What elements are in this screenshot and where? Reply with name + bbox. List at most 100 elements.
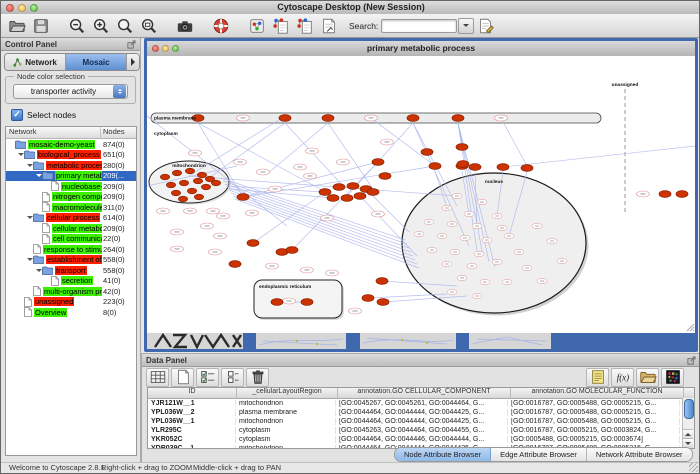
network-edge[interactable]: [501, 118, 527, 166]
network-node[interactable]: [197, 172, 206, 178]
table-row[interactable]: YPL036W__2plasma membrane[GO:0044464, GO…: [148, 408, 694, 417]
undock-icon[interactable]: [687, 356, 696, 365]
table-row[interactable]: YJR121W__1mitochondrion[GO:0045267, GO:0…: [148, 399, 694, 408]
network-node[interactable]: [407, 115, 419, 122]
expand-arrow-icon[interactable]: [26, 213, 33, 222]
network-edge[interactable]: [231, 193, 415, 260]
table-scrollbar[interactable]: [682, 398, 694, 448]
zoom-selected-icon[interactable]: [137, 15, 161, 37]
snapshot-icon[interactable]: [173, 15, 197, 37]
network-node[interactable]: [429, 163, 441, 170]
network-node[interactable]: [237, 194, 249, 201]
network-node[interactable]: [171, 190, 180, 196]
vizmapper-icon[interactable]: [245, 15, 269, 37]
search-input[interactable]: [381, 19, 457, 33]
tab-network[interactable]: Network: [5, 54, 66, 70]
network-node[interactable]: [362, 295, 374, 302]
network-node[interactable]: [179, 180, 188, 186]
network-edge[interactable]: [235, 199, 419, 268]
network-node[interactable]: [172, 170, 181, 176]
network-node[interactable]: [676, 191, 688, 198]
network-node[interactable]: [194, 194, 203, 200]
new-attribute-icon[interactable]: [171, 368, 194, 387]
network-view-titlebar[interactable]: primary metabolic process: [147, 41, 695, 57]
control-panel-titlebar[interactable]: Control Panel: [1, 38, 140, 51]
tree-row[interactable]: mosaic-demo-yeast874(0): [6, 139, 136, 150]
network-node[interactable]: [376, 278, 388, 285]
network-tree-header[interactable]: Network Nodes: [6, 127, 136, 139]
table-column-header[interactable]: ID: [148, 388, 237, 398]
undock-icon[interactable]: [127, 40, 136, 49]
import-attributes-icon[interactable]: [636, 368, 659, 387]
data-panel-titlebar[interactable]: Data Panel: [142, 354, 700, 367]
network-node[interactable]: [372, 159, 384, 166]
app-titlebar[interactable]: Cytoscape Desktop (New Session): [1, 1, 700, 15]
network-node[interactable]: [456, 144, 468, 151]
network-node[interactable]: [322, 115, 334, 122]
table-column-header[interactable]: annotation.GO CELLULAR_COMPONENT: [338, 388, 511, 398]
attribute-table[interactable]: ID_cellularLayoutRegionannotation.GO CEL…: [147, 387, 695, 449]
tree-row[interactable]: macromolecule311(0): [6, 202, 136, 213]
network-node[interactable]: [452, 115, 464, 122]
network-node[interactable]: [457, 161, 469, 168]
network-node[interactable]: [469, 164, 481, 171]
tree-row[interactable]: transport558(0): [6, 265, 136, 276]
network-node[interactable]: [421, 149, 433, 156]
tree-row[interactable]: unassigned223(0): [6, 297, 136, 308]
annotation-icon[interactable]: [317, 15, 341, 37]
tree-row[interactable]: cell communicat22(0): [6, 234, 136, 245]
network-node[interactable]: [379, 173, 391, 180]
tree-row[interactable]: biological_process651(0): [6, 150, 136, 161]
network-node[interactable]: [166, 182, 175, 188]
node-color-dropdown[interactable]: transporter activity: [13, 84, 128, 99]
tree-row[interactable]: secretion41(0): [6, 276, 136, 287]
mosaic-view-icon[interactable]: [661, 368, 684, 387]
zoom-fit-icon[interactable]: [113, 15, 137, 37]
unselect-attributes-icon[interactable]: [221, 368, 244, 387]
network-node[interactable]: [229, 261, 241, 268]
tree-row[interactable]: nitrogen compo209(0): [6, 192, 136, 203]
table-column-header[interactable]: annotation.GO MOLECULAR_FUNCTION: [511, 388, 684, 398]
network-node[interactable]: [193, 178, 202, 184]
function-builder-icon[interactable]: f(x): [611, 368, 634, 387]
network-edge[interactable]: [233, 196, 417, 264]
tree-column-nodes[interactable]: Nodes: [101, 127, 136, 138]
network-node[interactable]: [354, 193, 366, 200]
tree-row[interactable]: cellular metabol209(0): [6, 223, 136, 234]
network-node[interactable]: [178, 196, 187, 202]
tree-row[interactable]: Overview8(0): [6, 307, 136, 318]
tree-row[interactable]: cellular process614(0): [6, 213, 136, 224]
network-node[interactable]: [327, 195, 339, 202]
network-node[interactable]: [211, 180, 220, 186]
tree-row[interactable]: establishment of lo558(0): [6, 255, 136, 266]
network-node[interactable]: [187, 188, 196, 194]
zoom-out-icon[interactable]: [65, 15, 89, 37]
network-node[interactable]: [659, 191, 671, 198]
network-edge[interactable]: [243, 162, 378, 197]
table-row[interactable]: YKR052Ccytoplasm[GO:0044464, GO:0044446,…: [148, 435, 694, 444]
expand-arrow-icon[interactable]: [35, 171, 42, 180]
table-row[interactable]: YPL036W__1mitochondrion[GO:0044464, GO:0…: [148, 417, 694, 426]
tab-edge-attribute-browser[interactable]: Edge Attribute Browser: [491, 448, 587, 461]
expand-arrow-icon[interactable]: [17, 150, 24, 159]
destroy-view-icon[interactable]: [293, 15, 317, 37]
select-nodes-checkbox[interactable]: ✓: [11, 109, 23, 121]
network-node[interactable]: [341, 195, 353, 202]
delete-attribute-icon[interactable]: [246, 368, 269, 387]
network-node[interactable]: [185, 168, 194, 174]
scrollbar-thumb[interactable]: [684, 399, 694, 419]
help-icon[interactable]: [209, 15, 233, 37]
network-node[interactable]: [301, 299, 313, 306]
open-icon[interactable]: [5, 15, 29, 37]
expand-arrow-icon[interactable]: [26, 161, 33, 170]
network-node[interactable]: [521, 165, 533, 172]
tree-row[interactable]: nucleobase-209(0): [6, 181, 136, 192]
table-columns-icon[interactable]: [146, 368, 169, 387]
table-row[interactable]: YLR295Ccytoplasm[GO:0045263, GO:0044464,…: [148, 426, 694, 435]
tree-column-network[interactable]: Network: [6, 127, 101, 138]
table-column-header[interactable]: _cellularLayoutRegion: [237, 388, 338, 398]
expand-arrow-icon[interactable]: [26, 255, 33, 264]
network-node[interactable]: [160, 174, 169, 180]
network-node[interactable]: [319, 189, 331, 196]
tree-row[interactable]: primary metabo209(...: [6, 171, 136, 182]
